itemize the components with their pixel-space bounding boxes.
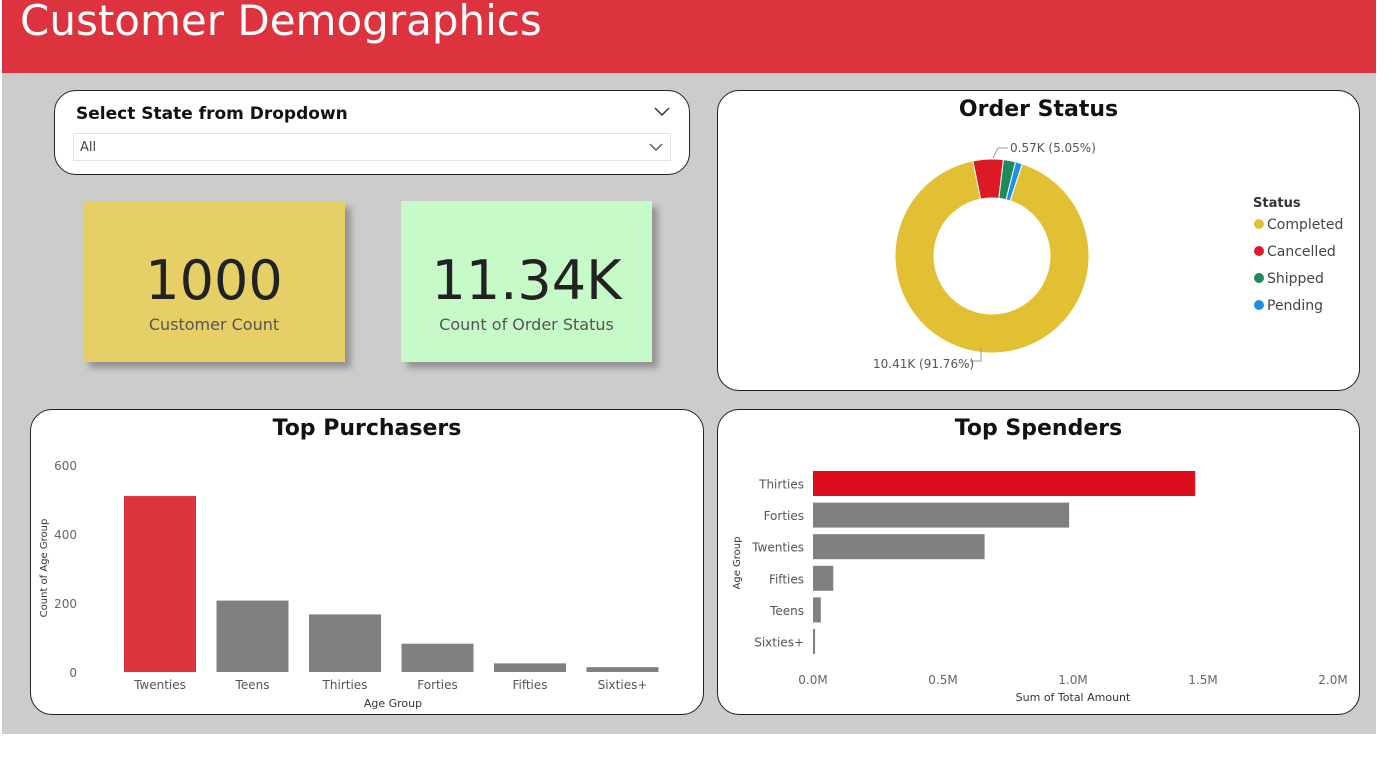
state-dropdown[interactable]: All — [73, 133, 671, 161]
bar-thirties — [813, 471, 1196, 496]
legend-label-shipped: Shipped — [1267, 271, 1324, 287]
legend-label-cancelled: Cancelled — [1267, 244, 1336, 260]
x-tick-label: 0.5M — [928, 673, 957, 687]
x-tick-label: Sixties+ — [598, 678, 648, 692]
order-status-count-label: Count of Order Status — [439, 315, 614, 334]
top-spenders-chart: Thirties Forties Twenties Fifties Teens Sixti… — [732, 471, 1348, 704]
x-tick-label: Forties — [417, 678, 457, 692]
y-tick-label: Thirties — [758, 478, 804, 492]
order-status-chart-card: Order Status 0.57K (5.05%) 10.41K (91.76… — [717, 90, 1360, 391]
chevron-down-icon[interactable] — [648, 142, 664, 152]
chevron-down-icon[interactable] — [653, 105, 671, 117]
top-spenders-chart-card: Top Spenders Thirties Forties Twenties Fift… — [717, 409, 1360, 715]
x-tick-label: Teens — [235, 678, 270, 692]
dashboard-canvas: Customer Demographics Select State from … — [2, 0, 1376, 734]
top-purchasers-chart: 0 200 400 600 Twenties Teens Thirties Forties Fi… — [39, 459, 659, 710]
x-tick-label: Twenties — [133, 678, 186, 692]
legend-marker-cancelled — [1254, 246, 1264, 256]
bar-twenties — [124, 496, 196, 672]
bar-forties — [813, 502, 1070, 528]
y-tick-label: Teens — [769, 604, 804, 618]
y-tick-label: Fifties — [769, 572, 804, 586]
top-purchasers-chart-card: Top Purchasers 0 200 400 600 Twenties Teens Th… — [30, 409, 704, 715]
header-bar: Customer Demographics — [2, 0, 1376, 73]
order-status-count-card: 11.34K Count of Order Status — [401, 201, 652, 362]
order-status-donut: 0.57K (5.05%) 10.41K (91.76%) Status Com… — [873, 141, 1343, 371]
y-axis-title: Age Group — [732, 537, 743, 590]
legend-label-pending: Pending — [1267, 298, 1323, 314]
slicer-title: Select State from Dropdown — [76, 104, 348, 124]
bar-twenties — [813, 534, 985, 560]
y-tick-label: 400 — [54, 528, 77, 542]
y-tick-label: Forties — [764, 509, 804, 523]
x-axis-title: Sum of Total Amount — [1016, 691, 1131, 704]
bar-sixties — [586, 667, 659, 672]
y-tick-label: 600 — [54, 459, 77, 473]
bar-teens — [216, 600, 289, 672]
bar-fifties — [813, 565, 834, 591]
legend-marker-shipped — [1254, 273, 1264, 283]
bar-teens — [813, 597, 821, 623]
bar-thirties — [309, 614, 381, 672]
y-tick-label: Twenties — [751, 541, 804, 555]
bar-forties — [401, 643, 474, 672]
customer-count-label: Customer Count — [148, 315, 280, 334]
legend-label-completed: Completed — [1267, 217, 1343, 233]
callout-line — [992, 147, 1008, 159]
order-status-count-value: 11.34K — [431, 249, 622, 312]
x-tick-label: Fifties — [512, 678, 547, 692]
cancelled-data-label: 0.57K (5.05%) — [1010, 141, 1096, 155]
y-axis-title: Count of Age Group — [39, 519, 50, 618]
completed-data-label: 10.41K (91.76%) — [873, 357, 974, 371]
y-tick-label: Sixties+ — [754, 636, 804, 650]
legend-title: Status — [1253, 196, 1301, 211]
bar-fifties — [494, 663, 566, 672]
state-slicer[interactable]: Select State from Dropdown All — [54, 90, 690, 175]
x-tick-label: 1.5M — [1188, 673, 1217, 687]
bar-sixties — [813, 629, 816, 654]
customer-count-card: 1000 Customer Count — [83, 201, 345, 362]
customer-count-value: 1000 — [145, 249, 283, 312]
x-axis-title: Age Group — [364, 697, 422, 710]
y-tick-label: 200 — [54, 597, 77, 611]
state-dropdown-value: All — [80, 140, 97, 155]
x-tick-label: 1.0M — [1058, 673, 1087, 687]
x-tick-label: 0.0M — [798, 673, 827, 687]
x-tick-label: Thirties — [322, 678, 368, 692]
legend-marker-completed — [1254, 219, 1264, 229]
x-tick-label: 2.0M — [1318, 673, 1347, 687]
legend-marker-pending — [1254, 300, 1264, 310]
y-tick-label: 0 — [69, 666, 77, 680]
page-title: Customer Demographics — [20, 0, 542, 45]
